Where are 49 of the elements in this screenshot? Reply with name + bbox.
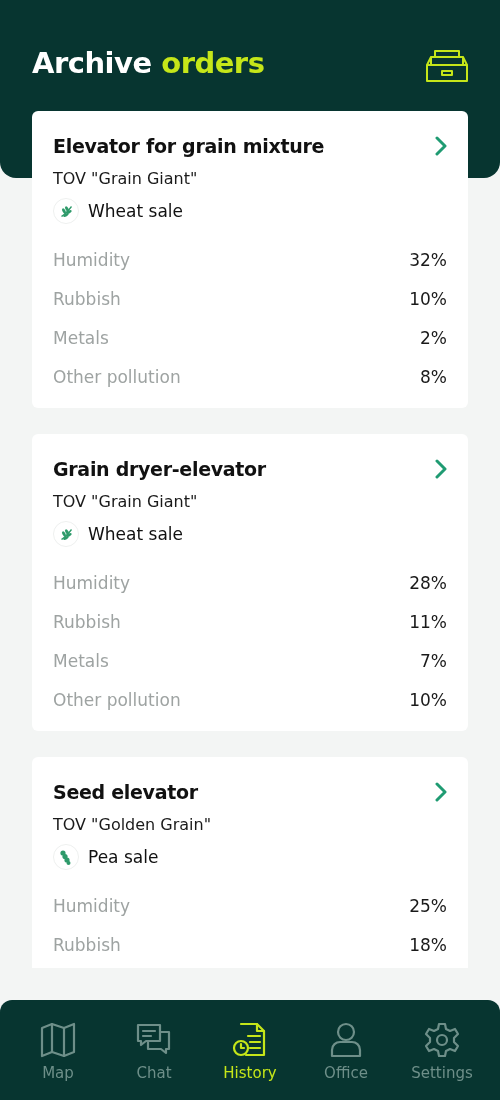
parameter-label: Metals [53,327,109,348]
order-card[interactable]: Seed elevator TOV "Golden Grain" Pea sale Humidity 25% Rubbish 18% [32,757,468,968]
settings-icon [424,1022,460,1058]
parameter-value: 8% [420,366,447,387]
company-name: TOV "Golden Grain" [53,815,213,834]
map-icon [40,1022,76,1058]
nav-tab[interactable]: Settings [398,1022,486,1100]
parameter-value: 28% [409,572,447,593]
parameter-value: 2% [420,327,447,348]
parameter-value: 10% [409,288,447,309]
person-icon [328,1022,364,1058]
chevron-right-icon[interactable] [435,782,447,802]
order-title: Elevator for grain mixture [53,135,325,157]
parameter-label: Other pollution [53,689,181,710]
parameter-value: 7% [420,650,447,671]
nav-tab[interactable]: History [206,1022,294,1100]
order-title: Grain dryer-elevator [53,458,266,480]
order-card[interactable]: Elevator for grain mixture TOV "Grain Giant" Wheat sale Humidity 32% Rubbish 10% Metals 2% Other pollution 8% [32,111,468,408]
wheat-icon [53,521,79,547]
parameter-value: 11% [409,611,447,632]
order-card[interactable]: Grain dryer-elevator TOV "Grain Giant" Wheat sale Humidity 28% Rubbish 11% Metals 7% Other pollution 10% [32,434,468,731]
parameter-label: Rubbish [53,611,121,632]
nav-tab[interactable]: Map [14,1022,102,1100]
archive-box-icon[interactable] [426,50,468,82]
page-title: Archive orders [32,46,265,80]
chevron-right-icon[interactable] [435,136,447,156]
nav-tab[interactable]: Chat [110,1022,198,1100]
parameter-label: Metals [53,650,109,671]
wheat-icon [53,198,79,224]
nav-tab[interactable]: Office [302,1022,390,1100]
parameter-label: Other pollution [53,366,181,387]
parameter-label: Rubbish [53,288,121,309]
chevron-right-icon[interactable] [435,459,447,479]
parameter-value: 18% [409,934,447,955]
order-title: Seed elevator [53,781,198,803]
company-name: TOV "Grain Giant" [53,169,199,188]
pea-pod-icon [53,844,79,870]
parameter-label: Rubbish [53,934,121,955]
parameter-label: Humidity [53,249,131,270]
parameter-label: Humidity [53,572,131,593]
parameter-value: 25% [409,895,447,916]
sale-type: Wheat sale [88,524,183,544]
parameter-value: 32% [409,249,447,270]
sale-type: Pea sale [88,847,159,867]
company-name: TOV "Grain Giant" [53,492,199,511]
parameter-value: 10% [409,689,447,710]
sale-type: Wheat sale [88,201,183,221]
parameter-label: Humidity [53,895,131,916]
document-clock-icon [232,1022,268,1058]
